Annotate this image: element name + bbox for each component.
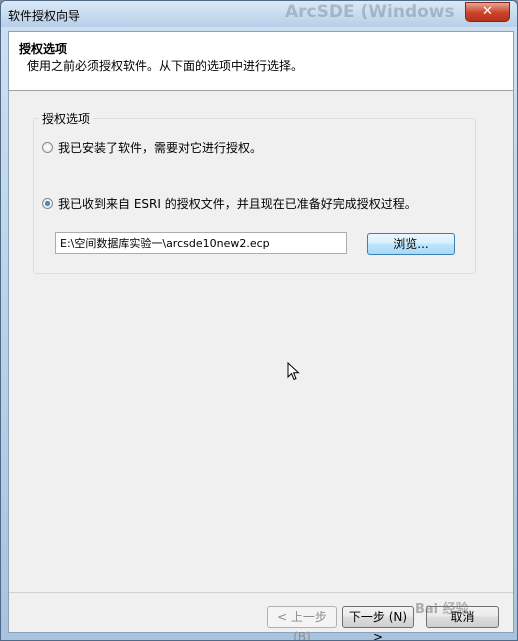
radio-checked-icon[interactable]	[42, 198, 53, 209]
next-button[interactable]: 下一步 (N) >	[342, 606, 414, 640]
arrow-cursor-icon	[287, 362, 300, 381]
close-button[interactable]: ✕	[465, 2, 510, 22]
back-button[interactable]: < 上一步 (B)	[267, 606, 337, 640]
radio-option-installed[interactable]: 我已安装了软件，需要对它进行授权。	[42, 139, 262, 156]
radio-option-received-file-label: 我已收到来自 ESRI 的授权文件，并且现在已准备好完成授权过程。	[58, 197, 417, 211]
window-title: 软件授权向导	[8, 9, 81, 23]
group-legend: 授权选项	[39, 110, 94, 127]
radio-unchecked-icon[interactable]	[42, 142, 53, 153]
title-bar[interactable]: 软件授权向导 ArcSDE (Windows ✕	[1, 1, 517, 27]
page-title: 授权选项	[19, 42, 68, 56]
wizard-header: 授权选项 使用之前必须授权软件。从下面的选项中进行选择。	[9, 32, 513, 91]
license-file-path-input[interactable]	[55, 232, 347, 254]
license-wizard-window: 软件授权向导 ArcSDE (Windows ✕ 授权选项 使用之前必须授权软件…	[0, 0, 518, 641]
background-window-title: ArcSDE (Windows	[285, 2, 455, 22]
radio-option-installed-label: 我已安装了软件，需要对它进行授权。	[58, 141, 263, 155]
radio-option-received-file[interactable]: 我已收到来自 ESRI 的授权文件，并且现在已准备好完成授权过程。	[42, 195, 417, 212]
footer-separator	[9, 592, 513, 593]
watermark-logo: Bai 经验	[415, 602, 469, 617]
page-subtitle: 使用之前必须授权软件。从下面的选项中进行选择。	[27, 59, 304, 73]
close-icon: ✕	[482, 4, 493, 19]
wizard-client-area: 授权选项 使用之前必须授权软件。从下面的选项中进行选择。 授权选项 我已安装了软…	[8, 31, 514, 640]
browse-button[interactable]: 浏览...	[367, 233, 455, 255]
